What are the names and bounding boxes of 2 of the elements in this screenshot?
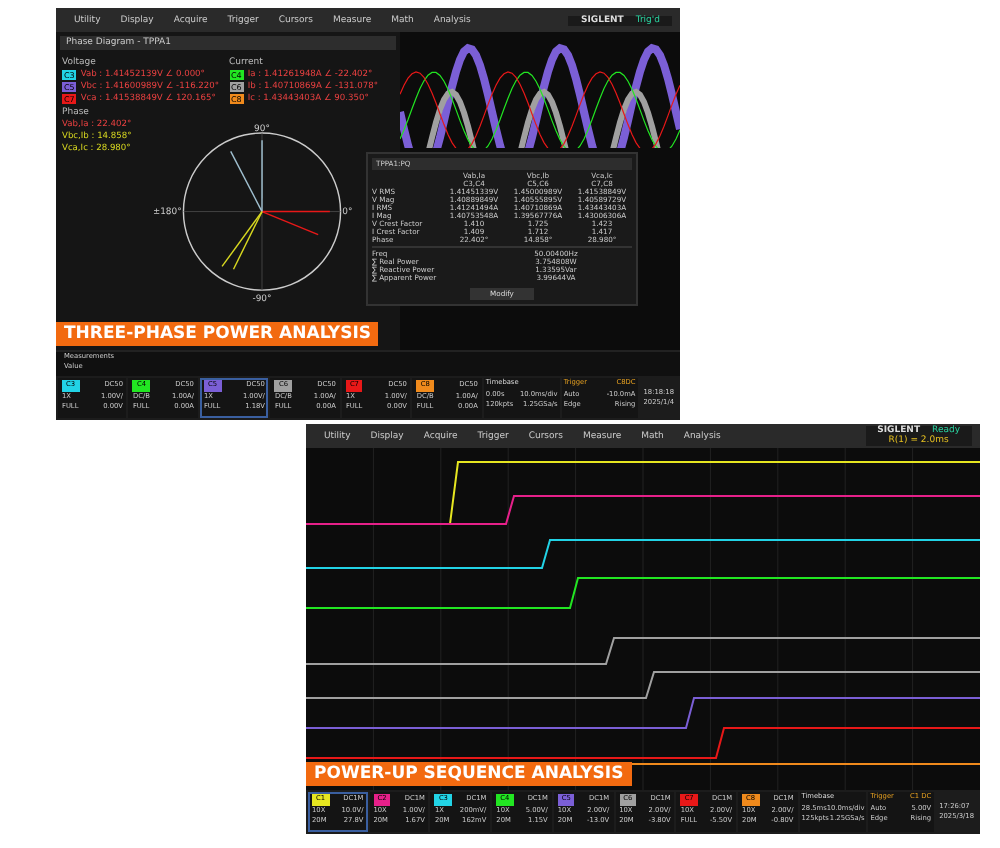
caption-banner: THREE-PHASE POWER ANALYSIS: [56, 322, 379, 346]
caption-banner: POWER-UP SEQUENCE ANALYSIS: [306, 762, 632, 786]
